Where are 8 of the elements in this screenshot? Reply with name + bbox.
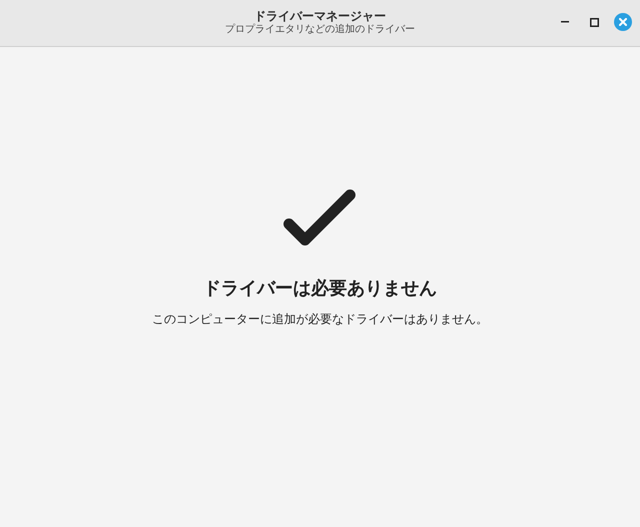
close-button[interactable]: [614, 13, 632, 31]
close-icon: [619, 18, 627, 26]
status-message: このコンピューターに追加が必要なドライバーはありません。: [152, 311, 488, 328]
maximize-icon: [590, 18, 598, 26]
status-heading: ドライバーは必要ありません: [203, 277, 437, 301]
window-subtitle: プロプライエタリなどの追加のドライバー: [225, 24, 415, 37]
minimize-icon: [561, 21, 569, 23]
window-title: ドライバーマネージャー: [254, 9, 386, 24]
